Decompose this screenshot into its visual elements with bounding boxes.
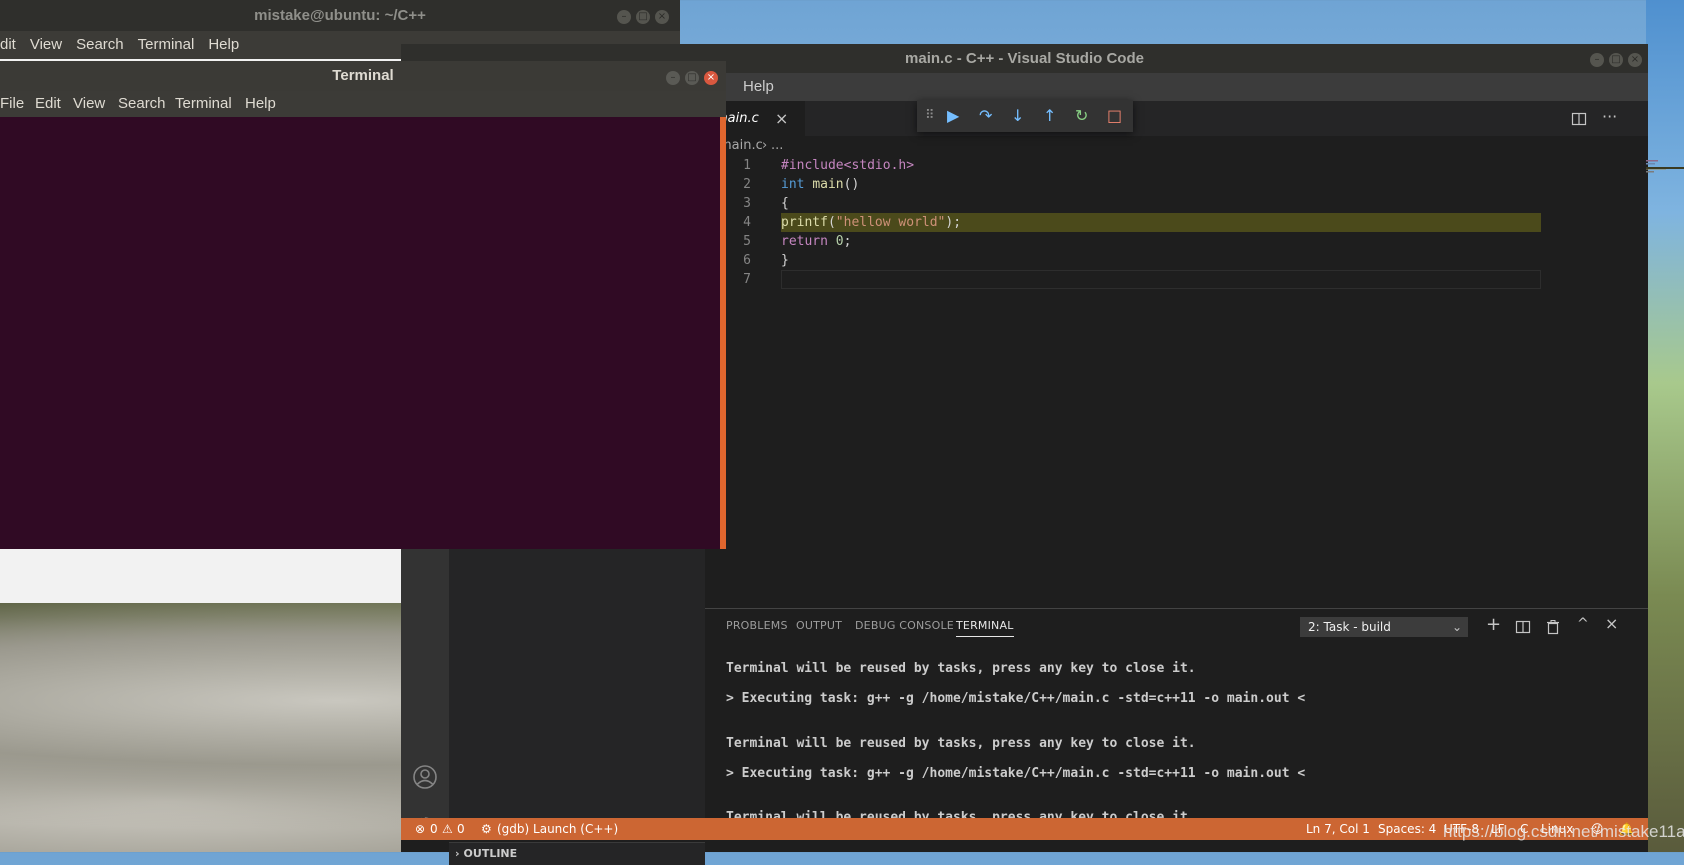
menu-terminal[interactable]: Terminal (175, 91, 232, 117)
cursor-position[interactable]: Ln 7, Col 1 (1306, 818, 1370, 840)
outline-header[interactable]: › OUTLINE (449, 842, 705, 865)
minimize-icon[interactable]: – (1590, 53, 1604, 67)
breadcrumb-more[interactable]: ... (771, 136, 783, 156)
minimap[interactable] (1642, 156, 1684, 608)
error-icon[interactable]: ⊗ (415, 818, 425, 840)
terminal-menubar: File Edit View Search Terminal Help (0, 91, 726, 117)
debug-icon[interactable]: ⚙ (481, 818, 492, 840)
menu-edit-partial[interactable]: dit (0, 31, 16, 59)
tab-output[interactable]: OUTPUT (796, 619, 842, 632)
drag-handle-icon[interactable]: ⠿ (925, 107, 935, 125)
account-icon[interactable] (412, 764, 438, 790)
terminal-select-dropdown[interactable]: 2: Task - build ⌄ (1300, 617, 1468, 637)
debug-toolbar: ⠿ ▶ ↷ ↓ ↑ ↻ □ (917, 100, 1133, 132)
code-line: 5 return 0; (705, 232, 1525, 251)
menu-search[interactable]: Search (118, 91, 166, 117)
minimize-icon[interactable]: – (666, 71, 680, 85)
restart-icon[interactable]: ↻ (1075, 107, 1088, 125)
maximize-icon[interactable]: □ (685, 71, 699, 85)
menu-view[interactable]: View (30, 31, 62, 59)
maximize-panel-icon[interactable]: ^ (1577, 616, 1589, 632)
debug-config[interactable]: (gdb) Launch (C++) (497, 818, 618, 840)
code-line: 1 #include<stdio.h> (705, 156, 1525, 175)
step-over-icon[interactable]: ↷ (979, 107, 992, 125)
step-out-icon[interactable]: ↑ (1043, 107, 1056, 125)
breadcrumb-separator: › (762, 138, 768, 153)
minimize-icon[interactable]: – (617, 10, 631, 24)
continue-icon[interactable]: ▶ (947, 107, 959, 125)
terminal-select-value: 2: Task - build (1308, 620, 1391, 634)
split-editor-icon[interactable] (1571, 111, 1587, 127)
indentation[interactable]: Spaces: 4 (1378, 818, 1436, 840)
terminal-output-line: Terminal will be reused by tasks, press … (726, 736, 1196, 751)
code-line: 4 printf("hellow world"); (705, 213, 1525, 232)
back-window-controls: – □ × (612, 8, 669, 24)
vscode-window-controls: – □ × (1585, 51, 1642, 67)
warning-count[interactable]: 0 (457, 818, 465, 840)
front-terminal-window: Terminal – □ × File Edit View Search Termi… (0, 61, 726, 549)
terminal-scrollbar[interactable] (720, 117, 726, 549)
close-icon[interactable]: × (655, 10, 669, 24)
panel-tabs: PROBLEMS OUTPUT DEBUG CONSOLE TERMINAL 2… (705, 609, 1648, 645)
outline-label: OUTLINE (463, 847, 518, 860)
watermark: https://blog.csdn.net/mistake11a (1443, 822, 1684, 841)
step-into-icon[interactable]: ↓ (1011, 107, 1024, 125)
more-actions-icon[interactable]: ··· (1602, 107, 1617, 126)
close-panel-icon[interactable]: × (1605, 614, 1618, 633)
code-text: #include<stdio.h> (781, 158, 915, 173)
menu-edit[interactable]: Edit (35, 91, 61, 117)
maximize-icon[interactable]: □ (636, 10, 650, 24)
back-window-title: mistake@ubuntu: ~/C++ (0, 0, 680, 31)
new-terminal-icon[interactable]: + (1486, 614, 1501, 635)
menu-search[interactable]: Search (76, 31, 124, 59)
bottom-panel: PROBLEMS OUTPUT DEBUG CONSOLE TERMINAL 2… (705, 608, 1648, 825)
menu-help[interactable]: Help (245, 91, 276, 117)
tab-debug-console[interactable]: DEBUG CONSOLE (855, 619, 954, 632)
terminal-output-line: Terminal will be reused by tasks, press … (726, 661, 1196, 676)
code-line: 7 (705, 270, 1525, 289)
chevron-right-icon: › (455, 847, 460, 860)
tab-problems[interactable]: PROBLEMS (726, 619, 788, 632)
terminal-body[interactable] (0, 117, 720, 549)
close-tab-icon[interactable]: × (775, 101, 788, 136)
breadcrumb: C main.c › ... (705, 136, 1648, 156)
terminal-window-title: Terminal (0, 61, 726, 91)
menu-terminal[interactable]: Terminal (138, 31, 195, 59)
tab-terminal[interactable]: TERMINAL (956, 619, 1014, 637)
code-text: printf("hellow world"); (781, 215, 962, 230)
code-text: int main() (781, 177, 860, 192)
error-count[interactable]: 0 (430, 818, 438, 840)
stop-icon[interactable]: □ (1107, 107, 1122, 125)
menu-file[interactable]: File (0, 91, 24, 117)
menu-view[interactable]: View (73, 91, 105, 117)
warning-icon[interactable]: ⚠ (442, 818, 453, 840)
code-line: 6 } (705, 251, 1525, 270)
code-editor[interactable]: 1 #include<stdio.h> 2 int main() 3 { 4 p… (705, 156, 1648, 608)
close-icon[interactable]: × (1628, 53, 1642, 67)
terminal-output-line: > Executing task: g++ -g /home/mistake/C… (726, 766, 1306, 781)
code-text: return 0; (781, 234, 852, 249)
menu-help[interactable]: Help (208, 31, 239, 59)
close-icon[interactable]: × (704, 71, 718, 85)
maximize-icon[interactable]: □ (1609, 53, 1623, 67)
chevron-down-icon: ⌄ (1451, 620, 1462, 634)
code-line: 2 int main() (705, 175, 1525, 194)
split-terminal-icon[interactable] (1515, 619, 1531, 635)
menu-help[interactable]: Help (743, 73, 774, 101)
terminal-window-controls: – □ × (661, 69, 718, 85)
editor-tabs: main.c × ··· (705, 101, 1648, 136)
terminal-output-line: > Executing task: g++ -g /home/mistake/C… (726, 691, 1306, 706)
code-line: 3 { (705, 194, 1525, 213)
trash-icon[interactable] (1545, 619, 1561, 635)
code-text: } (781, 253, 789, 268)
code-text: { (781, 196, 789, 211)
